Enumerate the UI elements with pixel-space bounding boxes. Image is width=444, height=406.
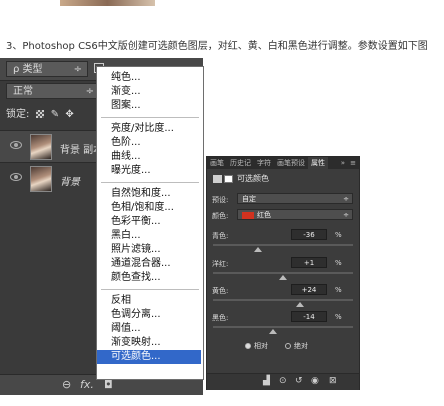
- menu-separator: [101, 289, 199, 290]
- radio-unselected-icon: [285, 343, 291, 349]
- menu-item[interactable]: 曝光度...: [97, 164, 201, 178]
- tab-brush-presets[interactable]: 画笔预设: [274, 157, 308, 169]
- menu-item[interactable]: 阈值...: [97, 322, 201, 336]
- menu-item[interactable]: 黑白...: [97, 229, 201, 243]
- fx-icon[interactable]: fx.: [80, 378, 94, 391]
- menu-item[interactable]: 渐变映射...: [97, 336, 201, 350]
- clip-to-layer-icon[interactable]: ▟: [263, 376, 270, 386]
- reset-icon[interactable]: ↺: [295, 376, 303, 386]
- menu-separator: [101, 182, 199, 183]
- chevron-down-icon: ÷: [343, 211, 349, 219]
- slider-handle[interactable]: [279, 275, 287, 280]
- slider-value-input[interactable]: +24: [291, 284, 327, 295]
- menu-separator: [101, 117, 199, 118]
- layer-thumbnail: [30, 166, 52, 192]
- tab-history[interactable]: 历史记: [227, 157, 254, 169]
- chevron-down-icon: ÷: [73, 64, 82, 75]
- menu-item[interactable]: 颜色查找...: [97, 271, 201, 285]
- slider-track[interactable]: [213, 326, 353, 328]
- panel-menu-icon[interactable]: ≡: [350, 157, 356, 169]
- menu-item[interactable]: 可选颜色...: [97, 350, 201, 364]
- layer-name[interactable]: 背景: [60, 173, 80, 188]
- adjustment-layer-icon: [213, 174, 222, 183]
- menu-item[interactable]: 曲线...: [97, 150, 201, 164]
- slider-track[interactable]: [213, 244, 353, 246]
- menu-item[interactable]: 亮度/对比度...: [97, 122, 201, 136]
- menu-item[interactable]: 纯色...: [97, 71, 201, 85]
- color-swatch: [242, 211, 254, 219]
- properties-panel: 画笔 历史记 字符 画笔预设 属性 » ≡ 可选颜色 预设: 自定 ÷ 颜色: 红色 ÷…: [206, 156, 360, 390]
- kind-filter-label: ρ 类型: [13, 64, 43, 75]
- tab-brush[interactable]: 画笔: [207, 157, 227, 169]
- blend-mode-select[interactable]: 正常 ÷: [6, 83, 100, 99]
- tab-character[interactable]: 字符: [254, 157, 274, 169]
- menu-item[interactable]: 色彩平衡...: [97, 215, 201, 229]
- preset-select[interactable]: 自定 ÷: [237, 193, 353, 204]
- visibility-eye-icon[interactable]: [10, 173, 22, 181]
- radio-selected-icon: [245, 343, 251, 349]
- lock-move-icon[interactable]: ✥: [65, 109, 73, 120]
- menu-item[interactable]: 反相: [97, 294, 201, 308]
- menu-item[interactable]: 图案...: [97, 99, 201, 113]
- percent-label: %: [335, 313, 342, 321]
- lock-transparent-icon[interactable]: [35, 110, 44, 118]
- slider-track[interactable]: [213, 299, 353, 301]
- panel-tabs: 画笔 历史记 字符 画笔预设 属性 » ≡: [207, 157, 359, 169]
- panel-collapse-icon[interactable]: »: [341, 157, 345, 169]
- slider-label: 青色:: [212, 232, 229, 240]
- trash-icon[interactable]: ⊠: [329, 376, 337, 386]
- menu-item[interactable]: 自然饱和度...: [97, 187, 201, 201]
- colors-select[interactable]: 红色 ÷: [237, 209, 353, 220]
- mask-icon: [224, 174, 233, 183]
- visibility-eye-icon[interactable]: [10, 141, 22, 149]
- method-option[interactable]: 绝对: [285, 341, 308, 351]
- percent-label: %: [335, 259, 342, 267]
- colors-label: 颜色:: [212, 212, 229, 220]
- menu-item[interactable]: 照片滤镜...: [97, 243, 201, 257]
- properties-footer: ▟ ⊙ ↺ ◉ ⊠: [207, 373, 359, 390]
- properties-header: 可选颜色: [213, 173, 269, 184]
- link-icon[interactable]: ⊖: [62, 378, 71, 391]
- lock-brush-icon[interactable]: ✎: [51, 109, 59, 120]
- menu-item[interactable]: 色相/饱和度...: [97, 201, 201, 215]
- method-option-label: 相对: [254, 342, 268, 350]
- method-option[interactable]: 相对: [245, 341, 268, 351]
- blend-mode-label: 正常: [13, 86, 33, 97]
- slider-label: 黑色:: [212, 314, 229, 322]
- lock-label: 锁定:: [6, 109, 30, 120]
- properties-title: 可选颜色: [237, 174, 269, 183]
- tab-properties[interactable]: 属性: [308, 157, 328, 169]
- percent-label: %: [335, 286, 342, 294]
- preset-label: 预设:: [212, 196, 229, 204]
- slider-track[interactable]: [213, 272, 353, 274]
- lock-row: 锁定: ✎ ✥: [6, 105, 74, 120]
- slider-label: 黄色:: [212, 287, 229, 295]
- slider-value-input[interactable]: +1: [291, 257, 327, 268]
- chevron-down-icon: ÷: [343, 195, 349, 203]
- view-previous-icon[interactable]: ⊙: [279, 376, 287, 386]
- chevron-down-icon: ÷: [85, 86, 94, 97]
- slider-handle[interactable]: [295, 302, 304, 307]
- adjustment-menu: 纯色... 渐变... 图案... 亮度/对比度... 色阶... 曲线... 曝光度...…: [96, 66, 204, 380]
- preset-value: 自定: [242, 195, 256, 203]
- layer-thumbnail: [30, 134, 52, 160]
- slider-label: 洋红:: [212, 260, 229, 268]
- menu-item[interactable]: 通道混合器...: [97, 257, 201, 271]
- slider-value-input[interactable]: -14: [291, 311, 327, 322]
- slider-handle[interactable]: [253, 247, 262, 252]
- menu-item[interactable]: 色调分离...: [97, 308, 201, 322]
- photo-strip: [60, 0, 155, 6]
- slider-handle[interactable]: [269, 329, 278, 334]
- method-option-label: 绝对: [294, 342, 308, 350]
- caption-text: 3、Photoshop CS6中文版创建可选颜色图层，对红、黄、白和黑色进行调整…: [6, 41, 428, 52]
- menu-item[interactable]: 渐变...: [97, 85, 201, 99]
- visibility-eye-icon[interactable]: ◉: [311, 376, 319, 386]
- kind-filter-select[interactable]: ρ 类型 ÷: [6, 61, 88, 77]
- menu-item[interactable]: 色阶...: [97, 136, 201, 150]
- colors-value: 红色: [257, 211, 271, 219]
- slider-value-input[interactable]: -36: [291, 229, 327, 240]
- percent-label: %: [335, 231, 342, 239]
